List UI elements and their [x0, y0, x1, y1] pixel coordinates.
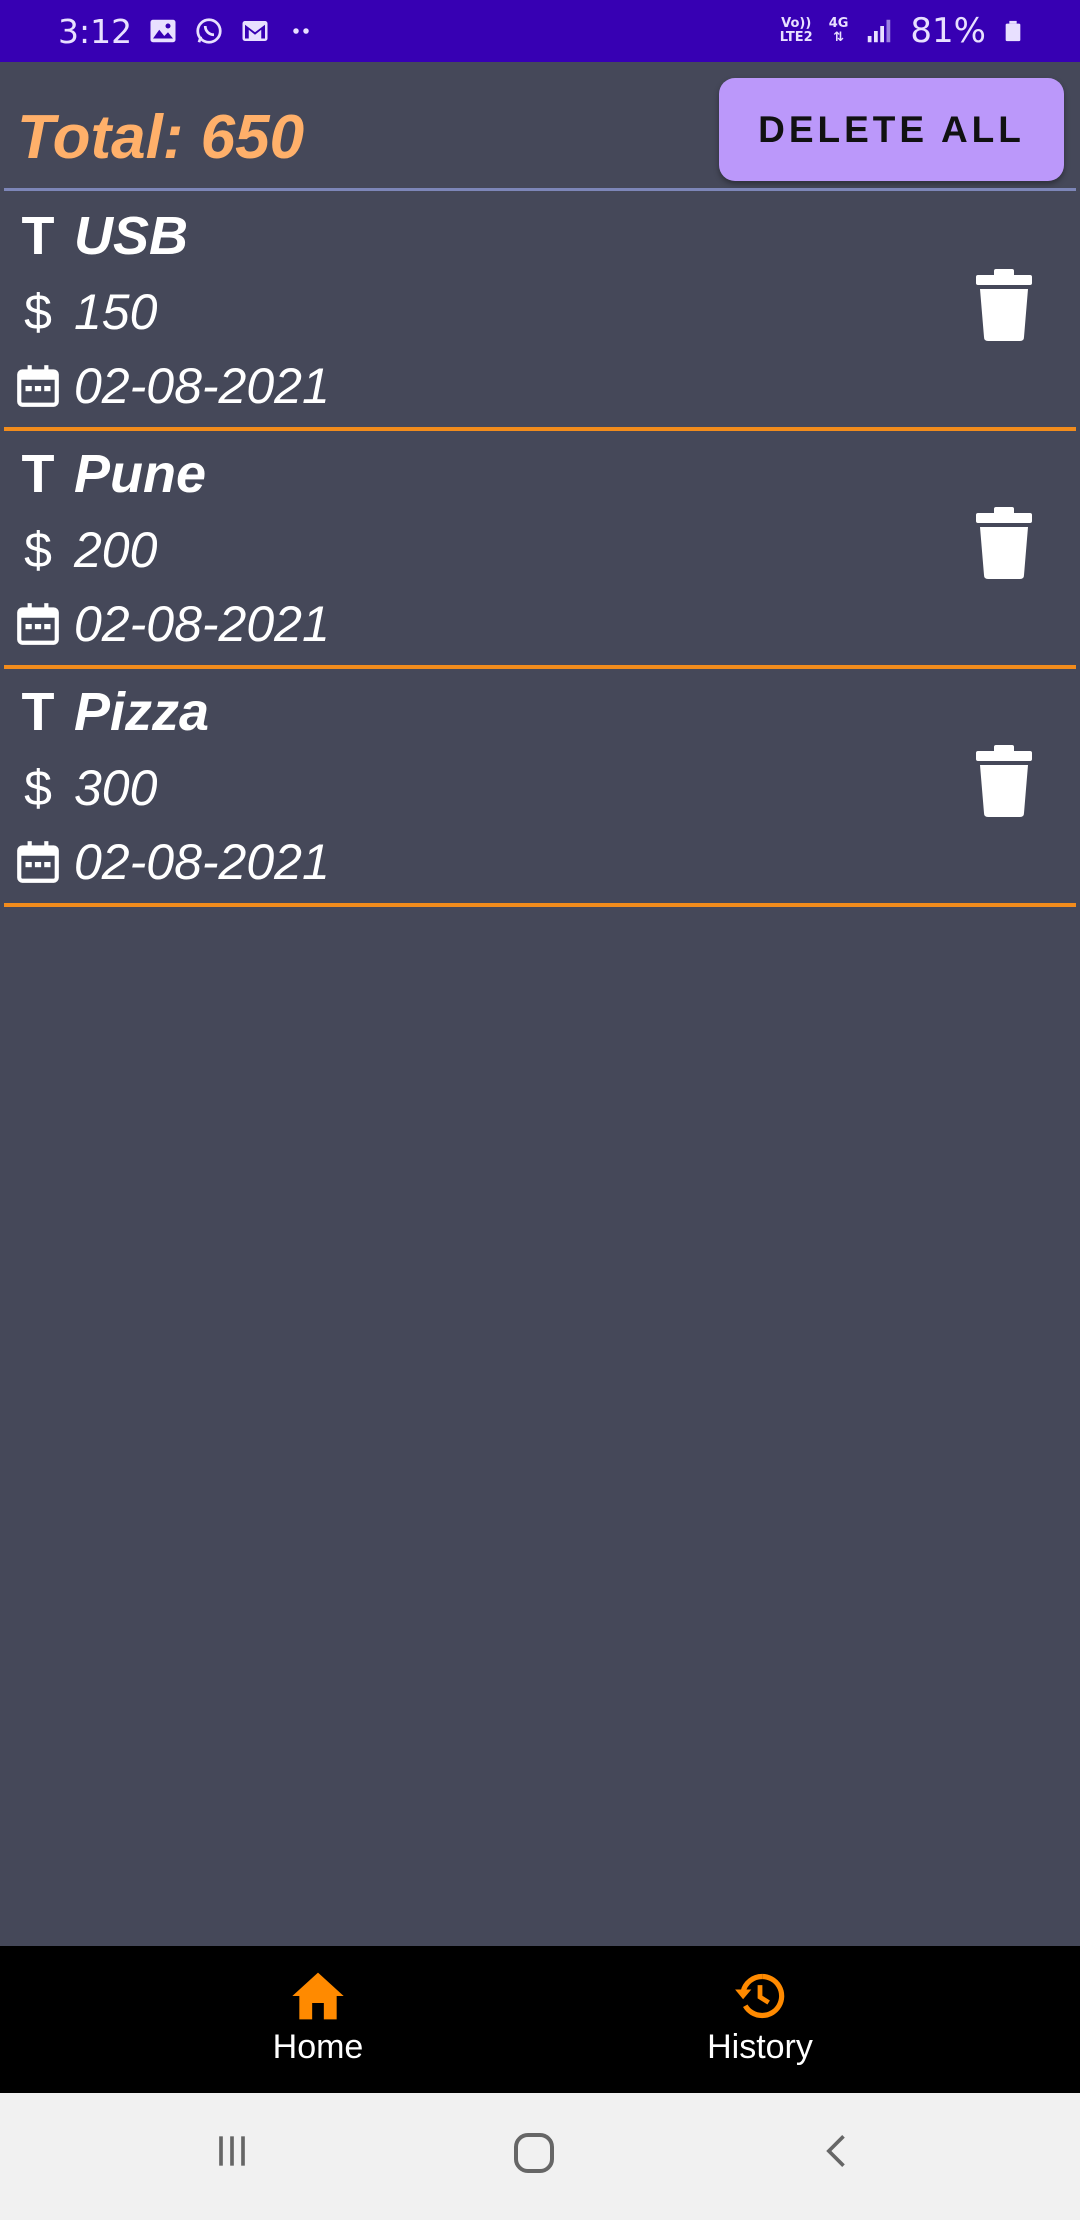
recent-apps-icon[interactable]	[210, 2129, 254, 2173]
expense-item: T Pizza $ 300 02-08-2021	[0, 669, 1080, 907]
gmail-icon	[242, 21, 268, 41]
calendar-icon	[12, 836, 64, 888]
total-label: Total: 650	[17, 103, 305, 172]
calendar-icon	[12, 360, 64, 412]
signal-icon	[868, 19, 891, 43]
volte-label: Vo))	[781, 16, 812, 31]
whatsapp-icon	[196, 18, 222, 44]
network-type-indicator: 4G ⇅	[829, 17, 849, 45]
volte-indicator: Vo)) LTE2	[780, 17, 813, 45]
gallery-icon	[150, 19, 176, 43]
expense-title-row: T Pune	[12, 443, 207, 505]
history-icon	[735, 1973, 785, 2019]
text-t-icon: T	[21, 682, 55, 742]
dollar-icon: $	[24, 522, 52, 578]
expense-date-row: 02-08-2021	[12, 357, 330, 415]
expense-amount: 150	[74, 284, 158, 340]
nav-label-history: History	[707, 2028, 813, 2066]
text-t-icon: T	[21, 206, 55, 266]
expense-amount-row: $ 200	[12, 521, 157, 579]
dollar-icon: $	[24, 760, 52, 816]
expense-title-row: T Pizza	[12, 681, 210, 743]
lte-label: LTE2	[779, 30, 813, 45]
nav-item-history[interactable]: History	[610, 1946, 910, 2093]
text-t-icon: T	[21, 444, 55, 504]
nav-label-home: Home	[272, 2028, 364, 2066]
delete-all-button[interactable]: DELETE ALL	[719, 78, 1064, 181]
trash-icon[interactable]	[976, 269, 1032, 341]
nav-item-home[interactable]: Home	[168, 1946, 468, 2093]
expense-title: USB	[74, 206, 189, 266]
system-navigation-bar	[0, 2093, 1080, 2220]
data-arrows-icon: ⇅	[833, 30, 845, 45]
network-type-label: 4G	[828, 16, 849, 31]
battery-icon	[1005, 20, 1021, 42]
status-bar-right: Vo)) LTE2 4G ⇅ 81%	[780, 11, 1024, 51]
expense-title-row: T USB	[12, 205, 189, 267]
back-icon[interactable]	[816, 2129, 860, 2173]
expense-date-row: 02-08-2021	[12, 595, 330, 653]
dollar-icon: $	[24, 284, 52, 340]
expense-item: T USB $ 150 02-08-2021	[0, 193, 1080, 431]
expense-date-row: 02-08-2021	[12, 833, 330, 891]
expense-date: 02-08-2021	[74, 596, 330, 652]
expense-amount: 300	[74, 760, 158, 816]
expense-date: 02-08-2021	[74, 358, 330, 414]
home-circle-icon[interactable]	[510, 2129, 558, 2177]
expense-title: Pizza	[74, 682, 210, 742]
expense-amount-row: $ 300	[12, 759, 157, 817]
bottom-navigation: Home History	[0, 1946, 1080, 2093]
trash-icon[interactable]	[976, 745, 1032, 817]
trash-icon[interactable]	[976, 507, 1032, 579]
calendar-icon	[12, 598, 64, 650]
header: Total: 650 DELETE ALL	[0, 62, 1080, 192]
expense-amount: 200	[74, 522, 158, 578]
status-time: 3:12	[58, 11, 133, 51]
expense-amount-row: $ 150	[12, 283, 157, 341]
more-dots-icon	[293, 28, 309, 34]
expense-date: 02-08-2021	[74, 834, 330, 890]
status-bar-left: 3:12	[58, 12, 316, 51]
battery-percent: 81%	[910, 11, 986, 51]
expense-title: Pune	[74, 444, 207, 504]
item-divider	[4, 903, 1076, 907]
status-bar: 3:12 Vo)) LTE2 4G ⇅ 81%	[0, 0, 1080, 62]
home-icon	[292, 1972, 344, 2020]
expense-list: T USB $ 150 02-08-2021 T Pune $ 200 02-0…	[0, 193, 1080, 907]
header-divider	[4, 188, 1076, 191]
expense-item: T Pune $ 200 02-08-2021	[0, 431, 1080, 669]
